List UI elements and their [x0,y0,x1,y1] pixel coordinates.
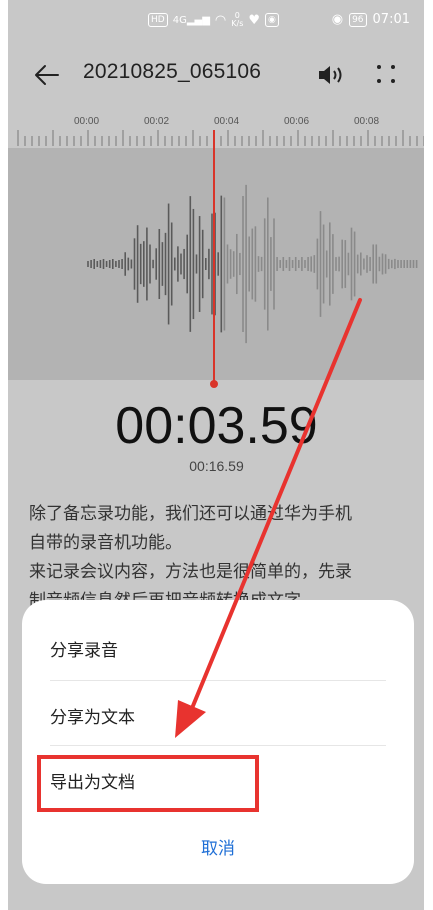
transcript-line: 自带的录音机功能。 [29,533,182,553]
hd-badge: HD [148,13,168,27]
clock: 07:01 [372,12,410,27]
transcript-line: 除了备忘录功能，我们还可以通过华为手机 [29,504,352,524]
speaker-icon[interactable] [316,63,346,87]
tick-label: 00:00 [74,116,100,127]
transcript-text: 除了备忘录功能，我们还可以通过华为手机 自带的录音机功能。 来记录会议内容，方法… [29,500,401,616]
heart-icon: ♥ [248,12,261,28]
tick-label: 00:08 [354,116,380,127]
eye-icon: ◉ [331,12,344,27]
tick-label: 00:02 [144,116,170,127]
network-speed: 0 K/s [231,11,244,28]
tick-label: 00:06 [284,116,310,127]
app-notification-icon: ◉ [265,13,279,27]
fullscreen-dots-icon[interactable] [374,62,398,86]
recording-title: 20210825_065106 [83,60,262,83]
header: 20210825_065106 [8,50,424,100]
transcript-line: 来记录会议内容，方法也是很简单的，先录 [29,562,352,582]
share-recording-option[interactable]: 分享录音 [50,636,386,661]
annotation-highlight-box [37,755,259,812]
tick-label: 00:04 [214,116,240,127]
signal-icon: 4G▂▄▆ [172,14,210,26]
playhead[interactable] [206,130,222,392]
divider [50,680,386,681]
current-time: 00:03.59 [115,397,318,455]
divider [50,745,386,746]
wifi-icon: ◠ [214,12,227,28]
battery-indicator: 96 [349,12,367,27]
total-time: 00:16.59 [189,458,244,474]
cancel-button[interactable]: 取消 [22,834,414,859]
back-arrow-icon[interactable] [32,60,62,90]
status-bar: HD 4G▂▄▆ ◠ 0 K/s ♥ ◉ ◉ 96 07:01 [8,0,424,44]
share-bottom-sheet: 分享录音 分享为文本 导出为文档 取消 [22,600,414,884]
share-as-text-option[interactable]: 分享为文本 [50,703,386,728]
